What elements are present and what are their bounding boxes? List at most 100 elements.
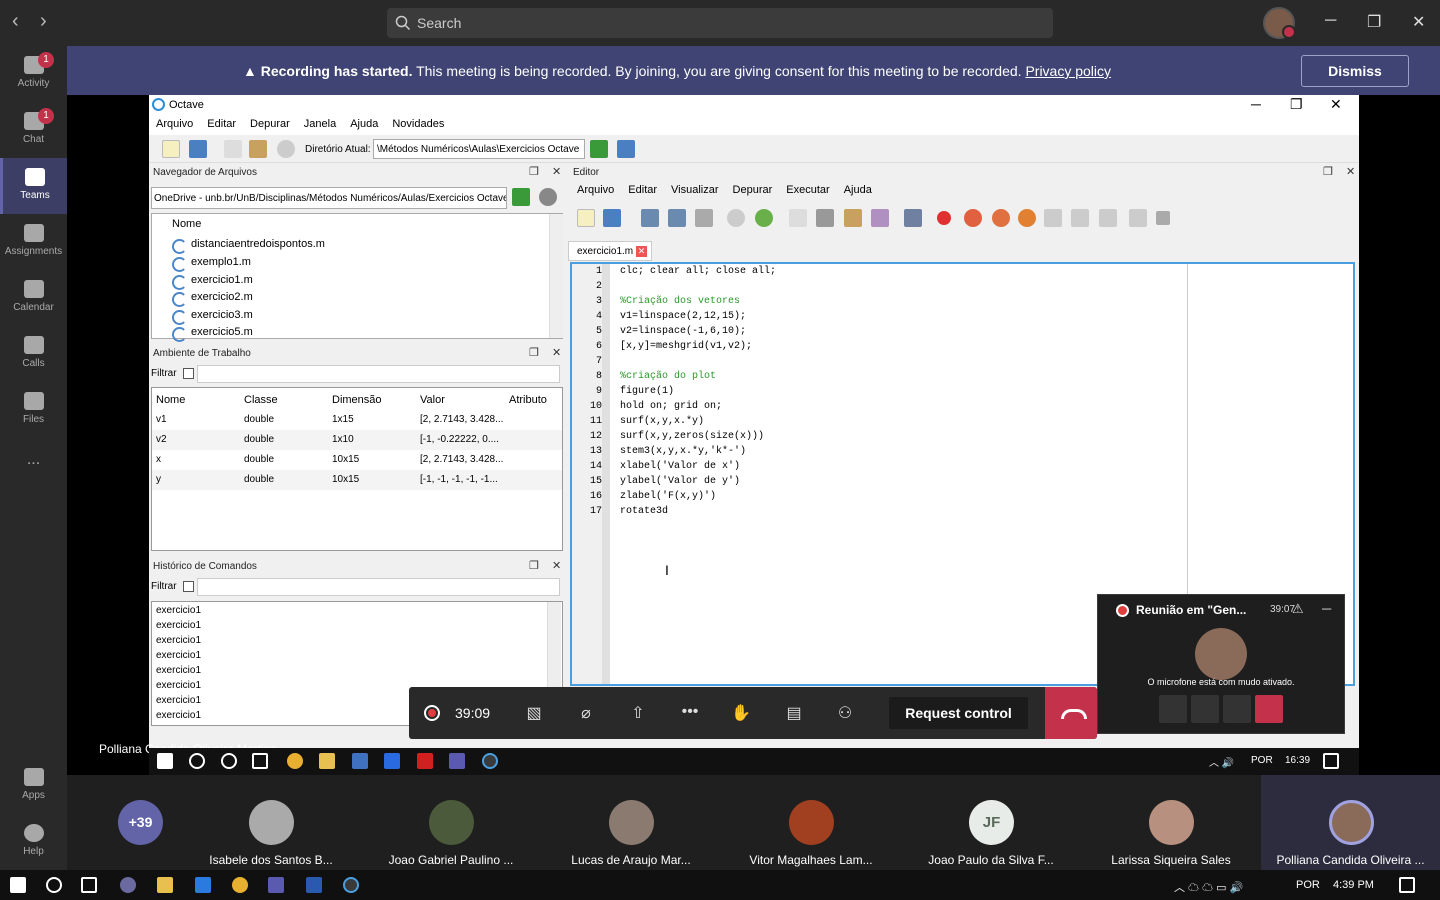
file-item[interactable]: distanciaentredoispontos.m	[172, 238, 325, 254]
save-as-icon[interactable]	[668, 209, 686, 227]
copy-icon[interactable]	[789, 209, 807, 227]
find-replace-icon[interactable]	[871, 209, 889, 227]
close-icon[interactable]: ✕	[1412, 12, 1425, 32]
rail-files[interactable]: Files	[0, 382, 67, 438]
next-breakpoint-icon[interactable]	[964, 209, 982, 227]
step-out-icon[interactable]	[1099, 209, 1117, 227]
octave-icon[interactable]	[343, 877, 359, 893]
menu-ajuda[interactable]: Ajuda	[343, 115, 385, 133]
profile-avatar[interactable]	[1263, 7, 1296, 39]
participant-tile[interactable]: Lucas de Araujo Mar...	[541, 775, 721, 870]
request-control-button[interactable]: Request control	[889, 697, 1028, 729]
menu-janela[interactable]: Janela	[297, 115, 343, 133]
col-header[interactable]: Valor	[420, 394, 445, 406]
undock-icon[interactable]: ❐	[529, 559, 539, 572]
history-item[interactable]: exercicio1	[156, 665, 201, 676]
mini-share-icon[interactable]	[1223, 695, 1251, 723]
workspace-filter-input[interactable]	[197, 365, 560, 383]
chrome-icon[interactable]	[232, 877, 248, 893]
undock-icon[interactable]: ❐	[529, 346, 539, 359]
file-item[interactable]: exercicio2.m	[172, 291, 253, 307]
undock-icon[interactable]: ❐	[1323, 165, 1333, 178]
mini-hang-up-button[interactable]	[1255, 695, 1283, 723]
rail-assignments[interactable]: Assignments	[0, 214, 67, 270]
octave-maximize-icon[interactable]: ❐	[1290, 96, 1303, 113]
menu-executar[interactable]: Executar	[779, 181, 836, 199]
file-list-scrollbar[interactable]	[549, 214, 563, 338]
col-header[interactable]: Atributo	[509, 394, 547, 406]
col-header[interactable]: Dimensão	[332, 394, 382, 406]
table-row[interactable]: y double 10x15 [-1, -1, -1, -1, -1...	[152, 470, 562, 490]
octave-close-icon[interactable]: ✕	[1330, 96, 1342, 113]
participant-tile[interactable]: Vitor Magalhaes Lam...	[721, 775, 901, 870]
taskbar-clock[interactable]: 4:39 PM	[1333, 879, 1374, 891]
participant-tile[interactable]: JF Joao Paulo da Silva F...	[901, 775, 1081, 870]
remove-breakpoints-icon[interactable]	[1018, 209, 1036, 227]
panel-close-icon[interactable]: ✕	[552, 346, 561, 359]
history-filter-input[interactable]	[197, 578, 560, 596]
tab-close-icon[interactable]: ✕	[636, 246, 647, 257]
menu-editar[interactable]: Editar	[200, 115, 243, 133]
open-file-icon[interactable]	[603, 209, 621, 227]
teams-icon[interactable]	[268, 877, 284, 893]
app-icon[interactable]	[120, 877, 136, 893]
col-header[interactable]: Nome	[156, 394, 185, 406]
menu-depurar[interactable]: Depurar	[726, 181, 780, 199]
undo-icon[interactable]	[727, 209, 745, 227]
table-row[interactable]: v1 double 1x15 [2, 2.7143, 3.428...	[152, 410, 562, 430]
participant-tile[interactable]: Isabele dos Santos B...	[181, 775, 361, 870]
minimize-icon[interactable]: ─	[1322, 601, 1331, 616]
file-item[interactable]: exercicio1.m	[172, 274, 253, 290]
browse-folder-icon[interactable]	[617, 140, 635, 158]
camera-off-icon[interactable]: ▧	[522, 703, 546, 725]
save-icon[interactable]	[641, 209, 659, 227]
privacy-policy-link[interactable]: Privacy policy	[1025, 63, 1111, 79]
menu-novidades[interactable]: Novidades	[385, 115, 451, 133]
menu-ajuda[interactable]: Ajuda	[837, 181, 879, 199]
paste-icon[interactable]	[249, 140, 267, 158]
menu-visualizar[interactable]: Visualizar	[664, 181, 726, 199]
rail-chat[interactable]: 1 Chat	[0, 102, 67, 158]
up-arrow-icon[interactable]	[590, 140, 608, 158]
rail-calendar[interactable]: Calendar	[0, 270, 67, 326]
col-header[interactable]: Classe	[244, 394, 278, 406]
rail-activity[interactable]: 1 Activity	[0, 46, 67, 102]
rail-help[interactable]: Help	[0, 814, 67, 870]
taskbar-lang[interactable]: POR	[1296, 879, 1320, 891]
history-item[interactable]: exercicio1	[156, 635, 201, 646]
history-item[interactable]: exercicio1	[156, 650, 201, 661]
more-participants-button[interactable]: +39	[118, 800, 163, 845]
history-item[interactable]: exercicio1	[156, 680, 201, 691]
windows-start-icon[interactable]	[10, 877, 26, 893]
forward-icon[interactable]: ›	[40, 10, 47, 33]
open-folder-icon[interactable]	[189, 140, 207, 158]
continue-icon[interactable]	[1129, 209, 1147, 227]
minimize-icon[interactable]: ─	[1325, 12, 1336, 30]
tray-icons[interactable]: ︿ ☁ ☁ ▭ 🔊	[1174, 879, 1243, 895]
notification-icon[interactable]	[1399, 877, 1415, 893]
panel-close-icon[interactable]: ✕	[552, 165, 561, 178]
menu-arquivo[interactable]: Arquivo	[149, 115, 200, 133]
participant-tile[interactable]: Polliana Candida Oliveira ...	[1261, 775, 1440, 870]
back-icon[interactable]: ‹	[12, 10, 19, 33]
menu-arquivo[interactable]: Arquivo	[570, 181, 621, 199]
copy-icon[interactable]	[224, 140, 242, 158]
word-icon[interactable]	[306, 877, 322, 893]
file-item[interactable]: exercicio3.m	[172, 309, 253, 325]
octave-minimize-icon[interactable]: ─	[1251, 96, 1261, 112]
step-in-icon[interactable]	[1071, 209, 1089, 227]
table-row[interactable]: v2 double 1x10 [-1, -0.22222, 0....	[152, 430, 562, 450]
menu-editar[interactable]: Editar	[621, 181, 664, 199]
more-actions-icon[interactable]: •••	[678, 703, 702, 725]
explorer-icon[interactable]	[157, 877, 173, 893]
history-item[interactable]: exercicio1	[156, 695, 201, 706]
undock-icon[interactable]: ❐	[529, 165, 539, 178]
filter-checkbox[interactable]	[182, 581, 194, 592]
cut-icon[interactable]	[816, 209, 834, 227]
panel-close-icon[interactable]: ✕	[552, 559, 561, 572]
run-settings-icon[interactable]	[904, 209, 922, 227]
mic-off-icon[interactable]: ⌀	[574, 703, 598, 725]
hang-up-button[interactable]	[1045, 687, 1097, 739]
stop-icon[interactable]	[1156, 211, 1170, 225]
breakpoint-icon[interactable]	[937, 211, 951, 225]
